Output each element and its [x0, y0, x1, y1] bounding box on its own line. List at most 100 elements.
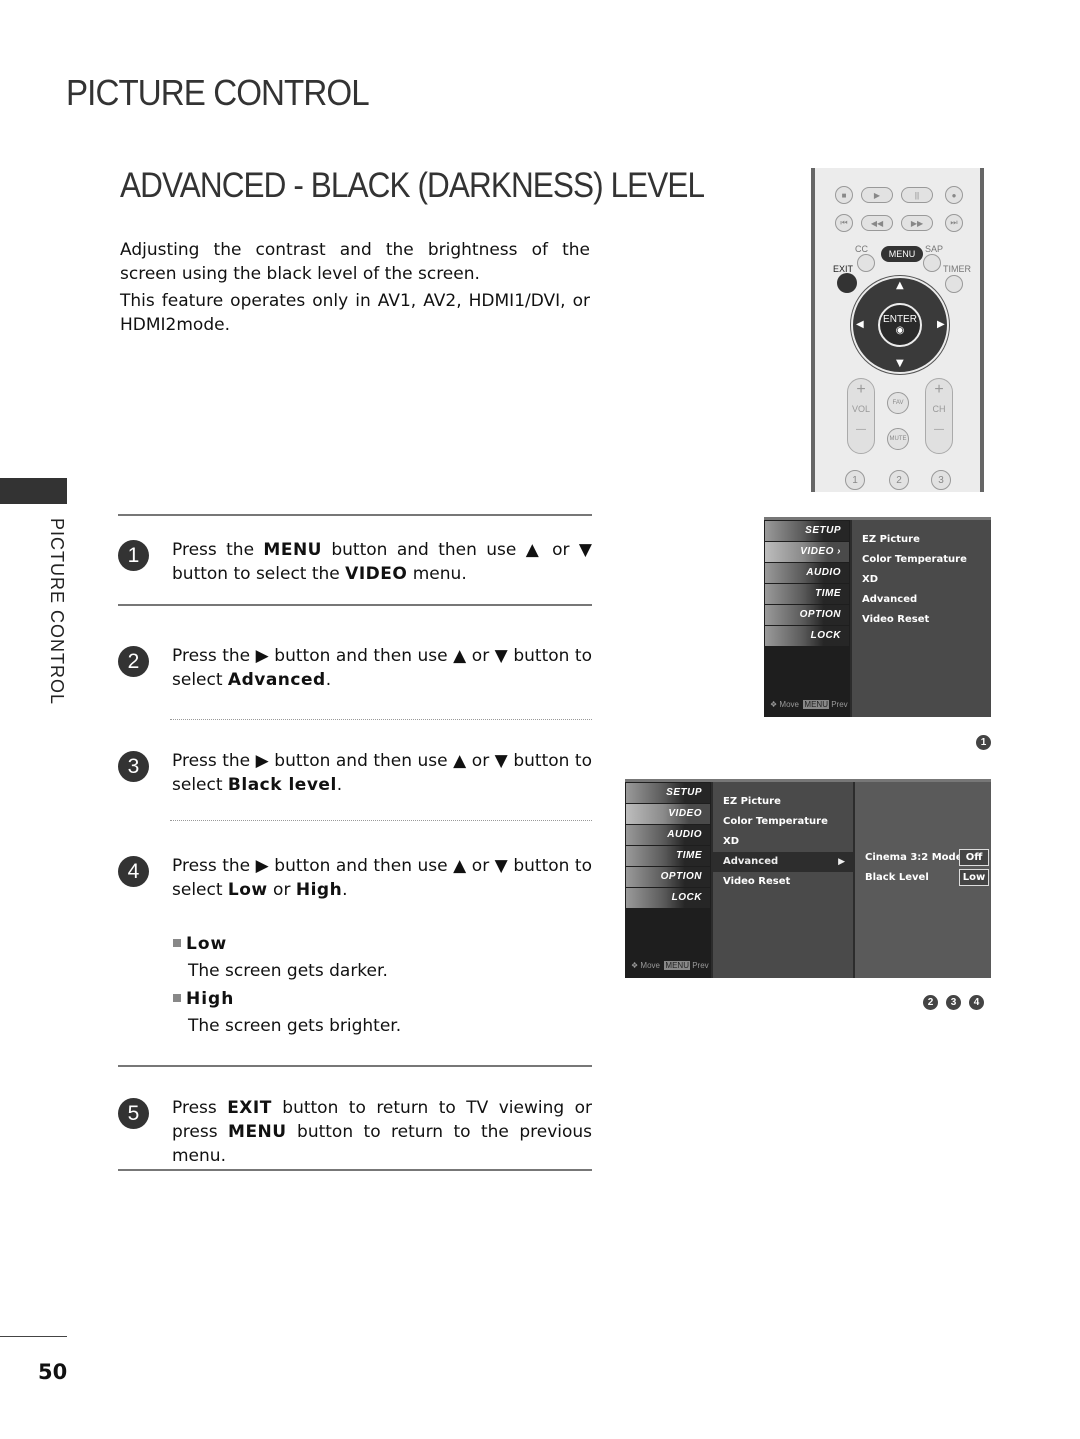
osd-footer: ❖ Move MENU Prev — [770, 700, 848, 709]
number-key: 2 — [889, 470, 909, 490]
arrow-right-icon: ▶ — [838, 857, 845, 867]
osd-item: Advanced — [862, 594, 918, 605]
step-number-badge: 3 — [118, 751, 149, 782]
osd-item: Color Temperature — [723, 816, 828, 827]
cc-button — [857, 254, 875, 272]
osd-side-item-lock: LOCK — [626, 888, 710, 908]
step-text: Press the ▶ button and then use ▲ or ▼ b… — [172, 646, 592, 690]
figure-number-badge: 1 — [976, 735, 991, 750]
cc-label: CC — [855, 244, 868, 254]
osd-side-item-setup: SETUP — [765, 521, 849, 541]
divider — [118, 604, 592, 606]
osd-video-menu: SETUP VIDEO › AUDIO TIME OPTION LOCK ❖ M… — [764, 517, 991, 717]
osd-item: Video Reset — [862, 614, 930, 625]
osd-side-item-option: OPTION — [626, 867, 710, 887]
option-description: The screen gets darker. — [188, 961, 388, 981]
enter-button: ENTER ◉ — [878, 303, 922, 347]
arrow-right-icon: ▶ — [937, 319, 945, 330]
osd-setting-value: Off — [959, 849, 989, 866]
step-number-badge: 2 — [118, 646, 149, 677]
step-text: Press the ▶ button and then use ▲ or ▼ b… — [172, 751, 592, 795]
osd-advanced-menu: SETUP VIDEO AUDIO TIME OPTION LOCK ❖ Mov… — [625, 779, 991, 978]
step-text: Press the ▶ button and then use ▲ or ▼ b… — [172, 856, 592, 900]
osd-side-item-setup: SETUP — [626, 783, 710, 803]
pause-icon: || — [901, 187, 933, 203]
remote-control-illustration: ■ ▶ || ● ⏮ ◀◀ ▶▶ ⏭ CC MENU SAP EXIT TIME… — [811, 168, 984, 492]
arrow-down-icon: ▼ — [896, 358, 904, 369]
volume-rocker: + VOL — — [847, 378, 875, 454]
osd-video-list: EZ Picture Color Temperature XD Advanced… — [711, 782, 853, 978]
sap-button — [923, 254, 941, 272]
step-4: 4 Press the ▶ button and then use ▲ or ▼… — [118, 854, 592, 902]
intro-paragraph: Adjusting the contrast and the brightnes… — [120, 240, 590, 284]
figure-number-badge: 3 — [946, 995, 961, 1010]
square-bullet-icon — [173, 994, 181, 1002]
step-number-badge: 4 — [118, 856, 149, 887]
step-3: 3 Press the ▶ button and then use ▲ or ▼… — [118, 749, 592, 797]
osd-side-item-lock: LOCK — [765, 626, 849, 646]
divider — [118, 1169, 592, 1171]
osd-footer: ❖ Move MENU Prev — [631, 961, 709, 970]
square-bullet-icon — [173, 939, 181, 947]
side-tab-marker — [0, 478, 67, 504]
chapter-title: PICTURE CONTROL — [66, 72, 370, 113]
osd-side-item-video: VIDEO › — [765, 542, 849, 562]
timer-button — [945, 275, 963, 293]
osd-side-menu: SETUP VIDEO AUDIO TIME OPTION LOCK ❖ Mov… — [625, 782, 711, 978]
figure-reference: 234 — [915, 990, 984, 1010]
option-description: The screen gets brighter. — [188, 1016, 402, 1036]
navigation-pad: ▲ ▼ ◀ ▶ ENTER ◉ — [851, 276, 949, 374]
exit-button — [837, 273, 857, 293]
divider — [118, 514, 592, 516]
skip-forward-icon: ⏭ — [945, 214, 963, 232]
option-low: Low — [173, 934, 227, 954]
step-text: Press the MENU button and then use ▲ or … — [172, 540, 593, 584]
osd-item-highlighted: Advanced ▶ — [713, 852, 853, 872]
divider — [118, 1065, 592, 1067]
stop-icon: ■ — [835, 186, 853, 204]
play-icon: ▶ — [861, 187, 893, 203]
osd-side-item-video: VIDEO — [626, 804, 710, 824]
osd-side-item-time: TIME — [765, 584, 849, 604]
move-icon: ❖ — [770, 700, 778, 709]
record-icon: ● — [945, 186, 963, 204]
side-tab-label: PICTURE CONTROL — [47, 518, 67, 706]
option-high: High — [173, 989, 234, 1009]
skip-back-icon: ⏮ — [835, 214, 853, 232]
number-key: 1 — [845, 470, 865, 490]
osd-side-item-audio: AUDIO — [765, 563, 849, 583]
osd-video-list: EZ Picture Color Temperature XD Advanced… — [850, 520, 991, 717]
osd-item: XD — [862, 574, 879, 585]
osd-setting-value: Low — [959, 869, 989, 886]
dotted-divider — [170, 820, 592, 821]
page-footer-rule — [0, 1336, 67, 1337]
osd-item: EZ Picture — [723, 796, 781, 807]
channel-rocker: + CH — — [925, 378, 953, 454]
step-number-badge: 5 — [118, 1098, 149, 1129]
figure-number-badge: 2 — [923, 995, 938, 1010]
dotted-divider — [170, 719, 592, 720]
osd-side-menu: SETUP VIDEO › AUDIO TIME OPTION LOCK ❖ M… — [764, 520, 850, 717]
osd-item: Video Reset — [723, 876, 791, 887]
osd-item: XD — [723, 836, 740, 847]
osd-side-item-option: OPTION — [765, 605, 849, 625]
sap-label: SAP — [925, 244, 944, 254]
figure-number-badge: 4 — [969, 995, 984, 1010]
step-2: 2 Press the ▶ button and then use ▲ or ▼… — [118, 644, 592, 692]
osd-setting-cinema: Cinema 3:2 Mode Off — [865, 849, 989, 867]
osd-side-item-audio: AUDIO — [626, 825, 710, 845]
osd-setting-black-level: Black Level Low — [865, 869, 989, 887]
step-text: Press EXIT button to return to TV viewin… — [172, 1098, 593, 1166]
intro-text: Adjusting the contrast and the brightnes… — [120, 238, 590, 340]
osd-item: Color Temperature — [862, 554, 967, 565]
page-number: 50 — [38, 1360, 68, 1384]
step-1: 1 Press the MENU button and then use ▲ o… — [118, 538, 592, 586]
arrow-left-icon: ◀ — [856, 319, 864, 330]
mute-button: MUTE — [887, 428, 909, 450]
number-key: 3 — [931, 470, 951, 490]
timer-label: TIMER — [943, 264, 971, 274]
section-title: ADVANCED - BLACK (DARKNESS) LEVEL — [120, 166, 705, 205]
move-icon: ❖ — [631, 961, 639, 970]
menu-button: MENU — [881, 246, 923, 262]
intro-paragraph: This feature operates only in AV1, AV2, … — [120, 291, 590, 335]
